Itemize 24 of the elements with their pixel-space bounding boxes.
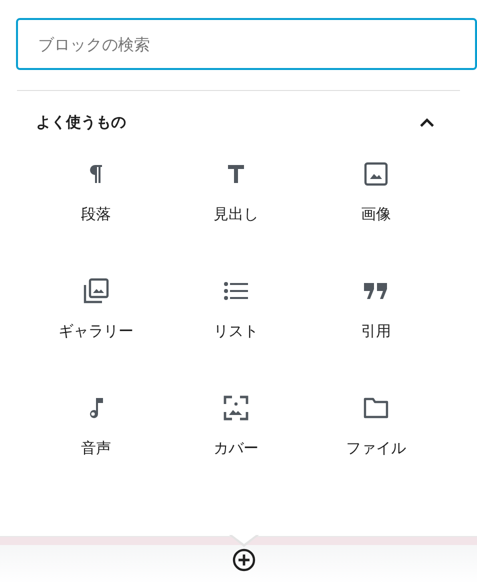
image-icon xyxy=(364,162,388,186)
paragraph-icon xyxy=(89,164,103,184)
block-item[interactable]: 引用 xyxy=(306,276,446,372)
block-item[interactable]: 見出し xyxy=(166,159,306,255)
cover-icon xyxy=(223,395,249,421)
search-field[interactable]: ブロックの検索 xyxy=(16,18,477,70)
folder-icon xyxy=(363,397,389,419)
block-item[interactable]: ギャラリー xyxy=(26,276,166,372)
notch-icon xyxy=(229,535,259,547)
block-item[interactable]: 画像 xyxy=(306,159,446,255)
heading-icon xyxy=(228,165,244,183)
plus-circle-icon xyxy=(232,548,256,572)
section-title: よく使うもの xyxy=(36,112,126,133)
block-item[interactable]: リスト xyxy=(166,276,306,372)
add-block-button[interactable] xyxy=(232,548,256,572)
quote-icon xyxy=(364,283,388,299)
gallery-icon xyxy=(83,278,109,304)
block-item[interactable]: 段落 xyxy=(26,159,166,255)
block-item[interactable]: 音声 xyxy=(26,393,166,489)
list-icon xyxy=(224,281,248,301)
block-item[interactable]: カバー xyxy=(166,393,306,489)
music-note-icon xyxy=(89,397,103,419)
chevron-up-icon xyxy=(420,118,434,126)
block-item[interactable]: ファイル xyxy=(306,393,446,489)
